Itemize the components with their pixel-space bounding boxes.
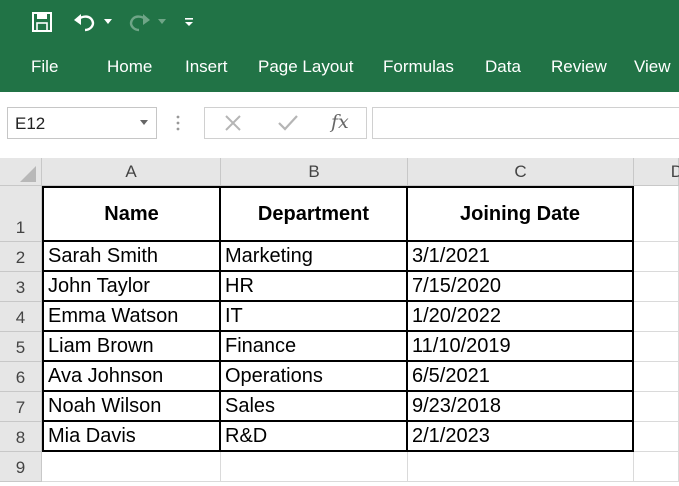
cell-d5[interactable] [634, 332, 679, 362]
chevron-down-icon [158, 19, 166, 24]
undo-button[interactable] [70, 8, 100, 36]
cell-b5[interactable]: Finance [221, 332, 408, 362]
cell-c8[interactable]: 2/1/2023 [408, 422, 634, 452]
row-header-6[interactable]: 6 [0, 362, 42, 392]
cell-a4[interactable]: Emma Watson [42, 302, 221, 332]
customize-qat-button[interactable] [182, 8, 196, 36]
header-cell-joining-date[interactable]: Joining Date [408, 186, 634, 242]
cell-a5[interactable]: Liam Brown [42, 332, 221, 362]
save-icon [32, 12, 52, 32]
cell-b4[interactable]: IT [221, 302, 408, 332]
cancel-icon[interactable] [223, 113, 243, 133]
tab-formulas[interactable]: Formulas [383, 57, 454, 77]
cell-c7[interactable]: 9/23/2018 [408, 392, 634, 422]
header-cell-name[interactable]: Name [42, 186, 221, 242]
cell-a3[interactable]: John Taylor [42, 272, 221, 302]
customize-qat-icon [185, 18, 193, 26]
select-all-button[interactable] [0, 158, 42, 186]
cell-d7[interactable] [634, 392, 679, 422]
cell-a2[interactable]: Sarah Smith [42, 242, 221, 272]
tab-file[interactable]: File [31, 57, 58, 77]
column-header-d[interactable]: D [634, 158, 679, 186]
cell-a7[interactable]: Noah Wilson [42, 392, 221, 422]
tab-page-layout[interactable]: Page Layout [258, 57, 353, 77]
cell-d4[interactable] [634, 302, 679, 332]
cell-d3[interactable] [634, 272, 679, 302]
name-box[interactable]: E12 [7, 107, 157, 139]
chevron-down-icon [104, 19, 112, 24]
cell-a6[interactable]: Ava Johnson [42, 362, 221, 392]
name-box-value: E12 [15, 114, 46, 133]
column-header-d-label: D [670, 161, 679, 181]
redo-dropdown[interactable] [156, 8, 168, 36]
row-header-8[interactable]: 8 [0, 422, 42, 452]
worksheet-grid: A B C D 1 2 3 4 5 6 7 8 9 Name Departmen… [0, 158, 679, 486]
tab-insert[interactable]: Insert [185, 57, 228, 77]
insert-function-button[interactable]: fx [331, 111, 349, 133]
formula-buttons: fx [204, 107, 367, 139]
undo-dropdown[interactable] [102, 8, 114, 36]
cell-d1[interactable] [634, 186, 679, 242]
enter-check-icon[interactable] [277, 113, 299, 133]
undo-icon [74, 14, 95, 32]
column-header-b[interactable]: B [221, 158, 408, 186]
row-header-9[interactable]: 9 [0, 452, 42, 482]
select-all-icon [20, 166, 36, 182]
chevron-down-icon[interactable] [140, 120, 148, 126]
save-button[interactable] [28, 8, 56, 36]
cell-b2[interactable]: Marketing [221, 242, 408, 272]
row-header-3[interactable]: 3 [0, 272, 42, 302]
cell-c6[interactable]: 6/5/2021 [408, 362, 634, 392]
header-cell-department[interactable]: Department [221, 186, 408, 242]
cell-c2[interactable]: 3/1/2021 [408, 242, 634, 272]
ribbon-tabs: File Home Insert Page Layout Formulas Da… [0, 44, 679, 92]
cell-b6[interactable]: Operations [221, 362, 408, 392]
tab-view[interactable]: View [634, 57, 671, 77]
column-header-c[interactable]: C [408, 158, 634, 186]
cell-d2[interactable] [634, 242, 679, 272]
row-header-5[interactable]: 5 [0, 332, 42, 362]
cell-d8[interactable] [634, 422, 679, 452]
column-header-a[interactable]: A [42, 158, 221, 186]
cell-b8[interactable]: R&D [221, 422, 408, 452]
row-header-7[interactable]: 7 [0, 392, 42, 422]
tab-home[interactable]: Home [107, 57, 152, 77]
formula-input[interactable] [372, 107, 679, 139]
tab-review[interactable]: Review [551, 57, 607, 77]
cell-c5[interactable]: 11/10/2019 [408, 332, 634, 362]
row-header-2[interactable]: 2 [0, 242, 42, 272]
quick-access-toolbar [0, 0, 679, 44]
row-header-1[interactable]: 1 [0, 186, 42, 242]
drag-handle-icon[interactable] [176, 114, 180, 132]
cell-b9[interactable] [221, 452, 408, 482]
formula-bar: E12 fx [0, 92, 679, 158]
cell-d9[interactable] [634, 452, 679, 482]
cell-c3[interactable]: 7/15/2020 [408, 272, 634, 302]
cell-b3[interactable]: HR [221, 272, 408, 302]
redo-button[interactable] [124, 8, 154, 36]
row-header-4[interactable]: 4 [0, 302, 42, 332]
redo-icon [129, 14, 150, 32]
cell-c4[interactable]: 1/20/2022 [408, 302, 634, 332]
cell-b7[interactable]: Sales [221, 392, 408, 422]
cell-a9[interactable] [42, 452, 221, 482]
cell-c9[interactable] [408, 452, 634, 482]
tab-data[interactable]: Data [485, 57, 521, 77]
cell-a8[interactable]: Mia Davis [42, 422, 221, 452]
cell-d6[interactable] [634, 362, 679, 392]
